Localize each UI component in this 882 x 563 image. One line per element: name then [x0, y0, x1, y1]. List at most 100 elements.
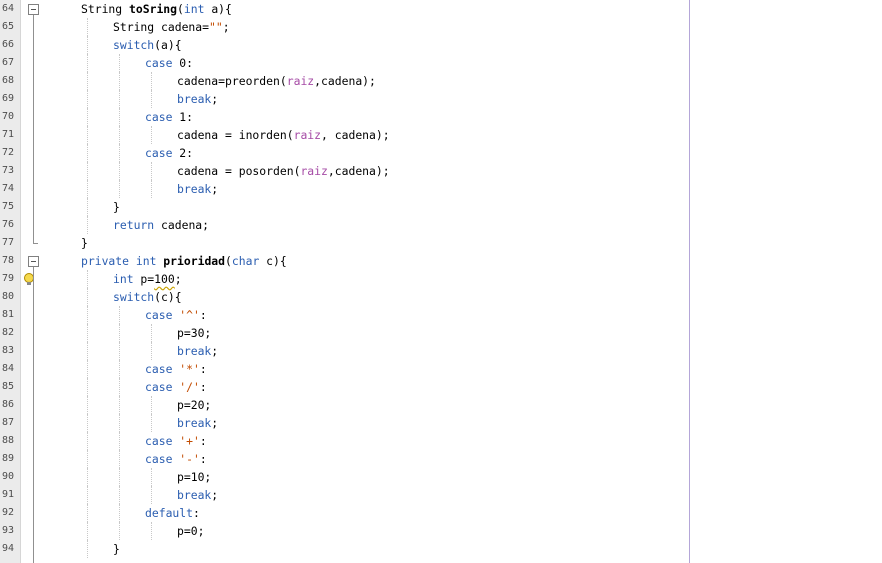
code-token: 0:: [172, 56, 194, 70]
indent-guide: [119, 90, 120, 108]
code-line[interactable]: break;: [177, 180, 218, 198]
keyword-token: break: [177, 92, 212, 106]
indent-guide: [151, 126, 152, 144]
code-token: (: [225, 254, 232, 268]
string-token: '+': [179, 434, 200, 448]
code-line[interactable]: p=10;: [177, 468, 211, 486]
code-token: ,cadena);: [314, 74, 376, 88]
indent-guide: [119, 306, 120, 324]
line-number: 89: [2, 453, 15, 464]
code-line[interactable]: break;: [177, 90, 218, 108]
collapse-fold-icon[interactable]: [28, 256, 39, 267]
code-line[interactable]: case 2:: [145, 144, 193, 162]
code-line[interactable]: p=20;: [177, 396, 211, 414]
code-line[interactable]: cadena = inorden(raiz, cadena);: [177, 126, 390, 144]
line-number: 82: [2, 327, 15, 338]
keyword-token: default: [145, 506, 194, 520]
indent-guide: [87, 360, 88, 378]
collapse-fold-icon[interactable]: [28, 4, 39, 15]
line-number: 69: [2, 93, 15, 104]
line-number: 76: [2, 219, 15, 230]
code-token: cadena = inorden(: [177, 128, 294, 142]
code-line[interactable]: }: [113, 540, 120, 558]
keyword-token: case: [145, 380, 173, 394]
code-line[interactable]: case 1:: [145, 108, 193, 126]
code-token: 2:: [172, 146, 194, 160]
code-token: ;: [211, 92, 219, 106]
indent-guide: [87, 414, 88, 432]
code-line[interactable]: p=30;: [177, 324, 211, 342]
code-line[interactable]: String cadena="";: [113, 18, 230, 36]
code-line[interactable]: switch(c){: [113, 288, 182, 306]
code-line[interactable]: break;: [177, 414, 218, 432]
code-line[interactable]: case 0:: [145, 54, 193, 72]
code-token: String: [81, 2, 130, 16]
keyword-token: case: [145, 308, 173, 322]
code-line[interactable]: p=0;: [177, 522, 204, 540]
code-token: prioridad: [163, 254, 226, 268]
code-token: :: [199, 452, 207, 466]
line-number: 92: [2, 507, 15, 518]
indent-guide: [119, 342, 120, 360]
line-number: 90: [2, 471, 15, 482]
indent-guide: [119, 432, 120, 450]
indent-guide: [119, 54, 120, 72]
code-line[interactable]: break;: [177, 342, 218, 360]
code-line[interactable]: int p=100;: [113, 270, 182, 288]
indent-guide: [119, 522, 120, 540]
indent-guide: [119, 378, 120, 396]
string-token: '^': [179, 308, 200, 322]
code-token: :: [199, 380, 207, 394]
indent-guide: [151, 72, 152, 90]
code-token: ;: [211, 416, 219, 430]
code-line[interactable]: return cadena;: [113, 216, 209, 234]
code-line[interactable]: private int prioridad(char c){: [81, 252, 287, 270]
line-number: 67: [2, 57, 15, 68]
keyword-token: break: [177, 488, 212, 502]
code-line[interactable]: String toSring(int a){: [81, 0, 232, 18]
code-editor[interactable]: String toSring(int a){String cadena=""; s…: [41, 0, 882, 563]
line-number: 87: [2, 417, 15, 428]
line-number: 70: [2, 111, 15, 122]
indent-guide: [87, 504, 88, 522]
indent-guide: [87, 180, 88, 198]
code-token: a){: [204, 2, 232, 16]
indent-guide: [87, 36, 88, 54]
indent-guide: [119, 180, 120, 198]
string-token: "": [209, 20, 223, 34]
code-token: p=0;: [177, 524, 205, 538]
code-token: cadena=preorden(: [177, 74, 287, 88]
code-line[interactable]: }: [113, 198, 120, 216]
line-number: 78: [2, 255, 15, 266]
keyword-token: switch: [113, 290, 155, 304]
code-line[interactable]: case '+':: [145, 432, 207, 450]
code-line[interactable]: break;: [177, 486, 218, 504]
code-line[interactable]: }: [81, 234, 88, 252]
code-line[interactable]: default:: [145, 504, 200, 522]
code-token: cadena = posorden(: [177, 164, 301, 178]
code-token: (c){: [154, 290, 182, 304]
code-line[interactable]: case '^':: [145, 306, 207, 324]
indent-guide: [87, 198, 88, 216]
line-number: 83: [2, 345, 15, 356]
code-line[interactable]: switch(a){: [113, 36, 182, 54]
code-token: String cadena=: [113, 20, 210, 34]
keyword-token: case: [145, 434, 173, 448]
code-line[interactable]: cadena = posorden(raiz,cadena);: [177, 162, 390, 180]
code-line[interactable]: case '-':: [145, 450, 207, 468]
field-token: raiz: [300, 164, 328, 178]
indent-guide: [87, 270, 88, 288]
keyword-token: return: [113, 218, 155, 232]
code-line[interactable]: cadena=preorden(raiz,cadena);: [177, 72, 376, 90]
code-line[interactable]: case '/':: [145, 378, 207, 396]
indent-guide: [119, 108, 120, 126]
code-line[interactable]: case '*':: [145, 360, 207, 378]
field-token: raiz: [293, 128, 322, 142]
line-number: 71: [2, 129, 15, 140]
string-token: '-': [179, 452, 200, 466]
keyword-token: case: [145, 56, 173, 70]
code-token: c){: [259, 254, 287, 268]
line-number: 72: [2, 147, 15, 158]
indent-guide: [87, 432, 88, 450]
indent-guide: [87, 540, 88, 558]
